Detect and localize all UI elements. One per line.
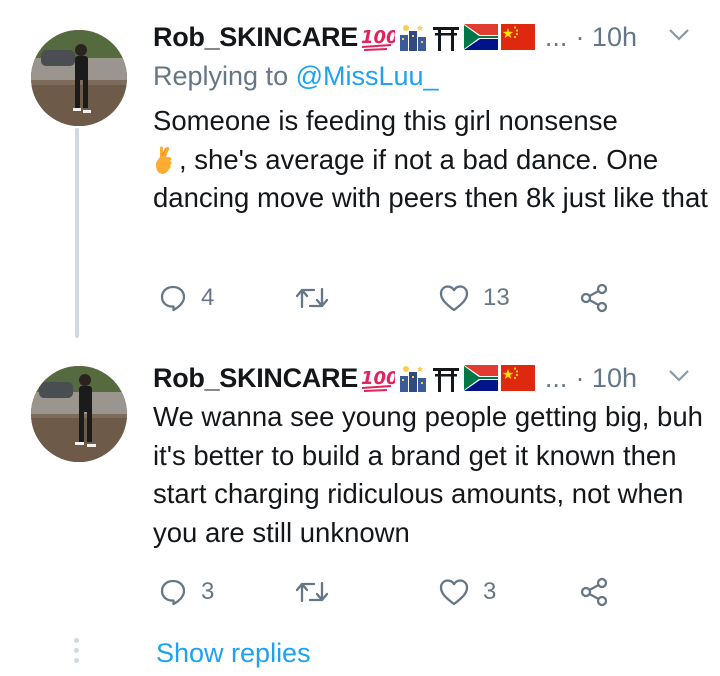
reply-count: 4	[201, 284, 215, 311]
tweet-timestamp[interactable]: · 10h	[575, 363, 637, 394]
tweet-text: Someone is feeding this girl nonsense , …	[153, 105, 708, 213]
reply-icon	[160, 579, 186, 606]
retweet-button[interactable]	[295, 278, 343, 318]
like-count: 3	[483, 578, 497, 605]
tweet-timestamp[interactable]: · 10h	[575, 22, 637, 53]
china-flag-icon	[500, 365, 535, 391]
tweet-actions: 3 3	[153, 572, 613, 612]
reply-count: 3	[201, 578, 215, 605]
thread-connector-line	[75, 128, 79, 338]
retweet-icon	[295, 581, 329, 603]
hundred-points-icon: 100	[361, 368, 395, 392]
night-city-icon	[397, 364, 428, 392]
south-africa-flag-icon	[463, 24, 498, 50]
reply-button[interactable]: 3	[159, 572, 214, 612]
author-name[interactable]: Rob_SKINCARE	[153, 22, 358, 53]
more-replies-dots	[74, 638, 80, 668]
south-africa-flag-icon	[463, 365, 498, 391]
retweet-button[interactable]	[295, 572, 343, 612]
like-button[interactable]: 13	[439, 278, 510, 318]
crossed-fingers-icon	[155, 146, 172, 174]
share-icon	[580, 283, 608, 313]
show-replies-link[interactable]: Show replies	[156, 638, 311, 669]
author-name[interactable]: Rob_SKINCARE	[153, 363, 358, 394]
tweet-header: Rob_SKINCARE 100 ... · 10h	[153, 358, 637, 398]
night-city-icon	[397, 23, 428, 51]
retweet-icon	[295, 287, 329, 309]
like-count: 13	[483, 284, 510, 311]
tweet-actions: 4 13	[153, 278, 613, 318]
heart-icon	[439, 579, 469, 606]
reply-button[interactable]: 4	[159, 278, 214, 318]
name-truncation: ...	[544, 362, 568, 393]
name-truncation: ...	[544, 21, 568, 52]
reply-icon	[160, 285, 186, 312]
shrine-icon	[432, 27, 459, 51]
share-button[interactable]	[579, 278, 609, 318]
replying-to-handle[interactable]: @MissLuu_	[296, 61, 439, 91]
tweet-text: We wanna see young people getting big, b…	[153, 401, 703, 548]
share-button[interactable]	[579, 572, 609, 612]
shrine-icon	[432, 368, 459, 392]
heart-icon	[439, 285, 469, 312]
china-flag-icon	[500, 24, 535, 50]
share-icon	[580, 577, 608, 607]
replying-to: Replying to @MissLuu_	[153, 61, 439, 91]
author-avatar[interactable]	[31, 366, 127, 462]
chevron-down-icon[interactable]	[668, 369, 690, 383]
hundred-points-icon: 100	[361, 27, 395, 51]
chevron-down-icon[interactable]	[668, 28, 690, 42]
author-avatar[interactable]	[31, 30, 127, 126]
tweet-header: Rob_SKINCARE 100 ... · 10h	[153, 17, 637, 57]
like-button[interactable]: 3	[439, 572, 496, 612]
